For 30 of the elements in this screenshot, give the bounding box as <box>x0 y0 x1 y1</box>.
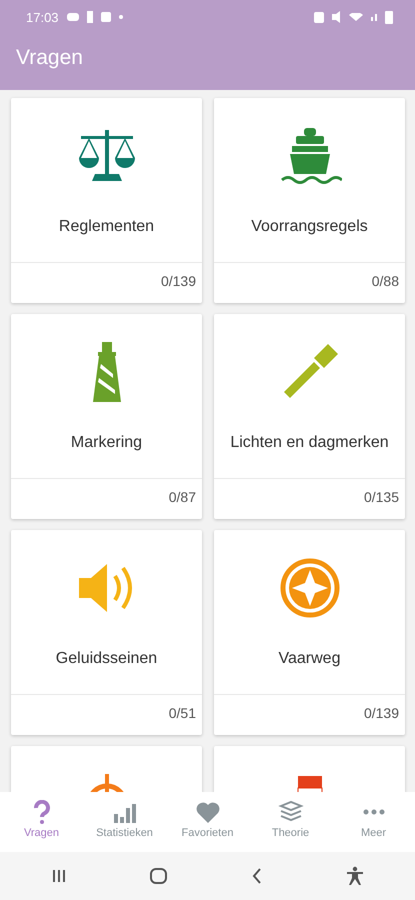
question-count: 0/135 <box>364 488 400 505</box>
category-card[interactable]: Lichten en dagmerken 0/135 <box>214 314 405 519</box>
heart-icon <box>194 800 220 824</box>
category-label: Reglementen <box>58 218 154 236</box>
category-label: Lichten en dagmerken <box>230 434 389 452</box>
dot-icon <box>118 15 123 19</box>
question-count: 0/139 <box>364 704 400 721</box>
category-card[interactable]: Markering 0/87 <box>11 314 202 519</box>
mute-icon <box>332 11 341 23</box>
more-icon <box>360 809 386 815</box>
question-count: 0/51 <box>168 704 197 721</box>
battery-icon <box>385 10 393 24</box>
accessibility-icon[interactable] <box>344 866 365 886</box>
books-icon <box>278 800 304 824</box>
question-count: 0/87 <box>168 488 197 505</box>
question-count: 0/88 <box>372 272 400 289</box>
category-card[interactable]: Geluidsseinen 0/51 <box>11 530 202 735</box>
question-count: 0/139 <box>160 272 197 289</box>
wifi-icon <box>349 13 363 21</box>
status-time: 17:03 <box>26 10 59 24</box>
category-label: Vaarweg <box>278 650 340 668</box>
category-card[interactable]: Vaarweg 0/139 <box>214 530 405 735</box>
category-label: Geluidsseinen <box>56 650 158 668</box>
category-label: Voorrangsregels <box>251 218 368 236</box>
category-card[interactable]: Voorrangsregels 0/88 <box>214 98 405 303</box>
home-icon[interactable] <box>149 867 170 885</box>
screen-title: Vragen <box>15 45 84 70</box>
category-label: Markering <box>70 434 142 452</box>
signal-icon <box>371 14 377 20</box>
category-card[interactable]: Reglementen 0/139 <box>11 98 202 303</box>
